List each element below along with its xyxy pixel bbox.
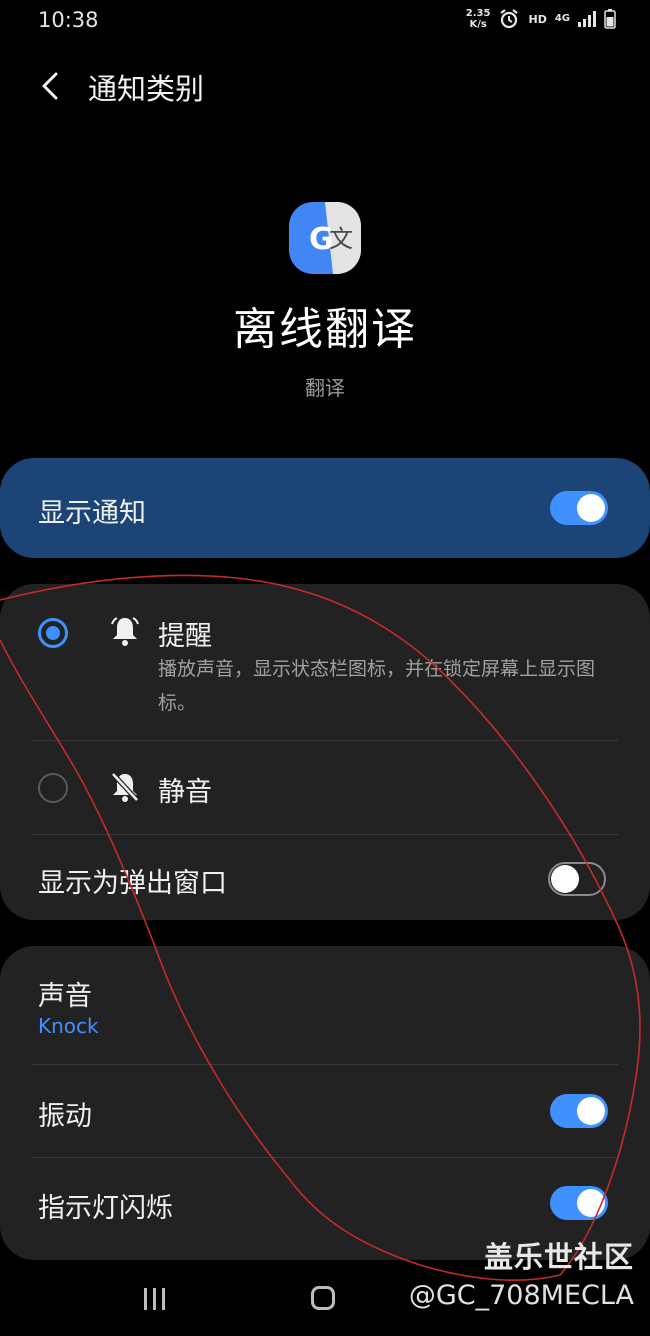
page-title: 通知类别	[88, 72, 205, 106]
battery-icon	[604, 9, 616, 29]
divider	[32, 1157, 618, 1158]
sound-settings-card: 声音 Knock 振动 指示灯闪烁	[0, 946, 650, 1260]
alarm-icon	[500, 9, 519, 29]
watermark-site: 盖乐世社区	[483, 1240, 634, 1274]
network-type: 4G	[554, 13, 570, 24]
led-label: 指示灯闪烁	[38, 1193, 173, 1224]
alert-description: 播放声音，显示状态栏图标，并在锁定屏幕上显示图标。	[158, 658, 596, 714]
led-toggle[interactable]	[550, 1186, 608, 1220]
divider	[32, 834, 618, 835]
show-notifications-row[interactable]: 显示通知	[0, 458, 650, 558]
network-speed-value: 2.35	[465, 8, 491, 19]
divider	[32, 740, 618, 741]
bell-off-icon	[111, 772, 139, 802]
divider	[32, 1064, 618, 1065]
watermark-user: @GC_708MECLA	[408, 1280, 634, 1311]
recent-apps-icon[interactable]	[142, 1288, 168, 1310]
silent-radio[interactable]	[38, 773, 68, 803]
google-translate-app-icon: G 文	[289, 202, 361, 274]
home-icon[interactable]	[311, 1286, 335, 1310]
status-bar: 10:38 2.35 K/s HD 4G	[0, 0, 650, 40]
hd-indicator: HD	[528, 12, 547, 26]
network-speed-unit: K/s	[469, 19, 487, 30]
back-arrow-icon[interactable]	[36, 66, 66, 106]
popup-toggle[interactable]	[548, 862, 606, 896]
show-notifications-label: 显示通知	[38, 498, 146, 529]
status-time: 10:38	[38, 8, 99, 32]
alert-options-card: 提醒 播放声音，显示状态栏图标，并在锁定屏幕上显示图标。 静音 显示为弹出窗口	[0, 584, 650, 920]
show-notifications-toggle[interactable]	[550, 491, 608, 525]
alert-radio[interactable]	[38, 618, 68, 648]
popup-label: 显示为弹出窗口	[38, 868, 227, 899]
app-category: 翻译	[305, 376, 345, 400]
bell-icon	[111, 617, 139, 646]
network-speed: 2.35 K/s	[466, 8, 491, 30]
status-icons: 2.35 K/s HD 4G	[466, 8, 616, 30]
signal-icon	[578, 11, 596, 27]
sound-label: 声音	[38, 981, 92, 1012]
app-bar: 通知类别	[0, 60, 650, 110]
app-name: 离线翻译	[233, 304, 417, 355]
silent-label: 静音	[158, 777, 212, 808]
vibration-toggle[interactable]	[550, 1094, 608, 1128]
vibration-label: 振动	[38, 1101, 92, 1132]
alert-label: 提醒	[158, 621, 212, 652]
sound-value: Knock	[38, 1014, 99, 1038]
app-icon-letter-wen: 文	[329, 225, 353, 253]
